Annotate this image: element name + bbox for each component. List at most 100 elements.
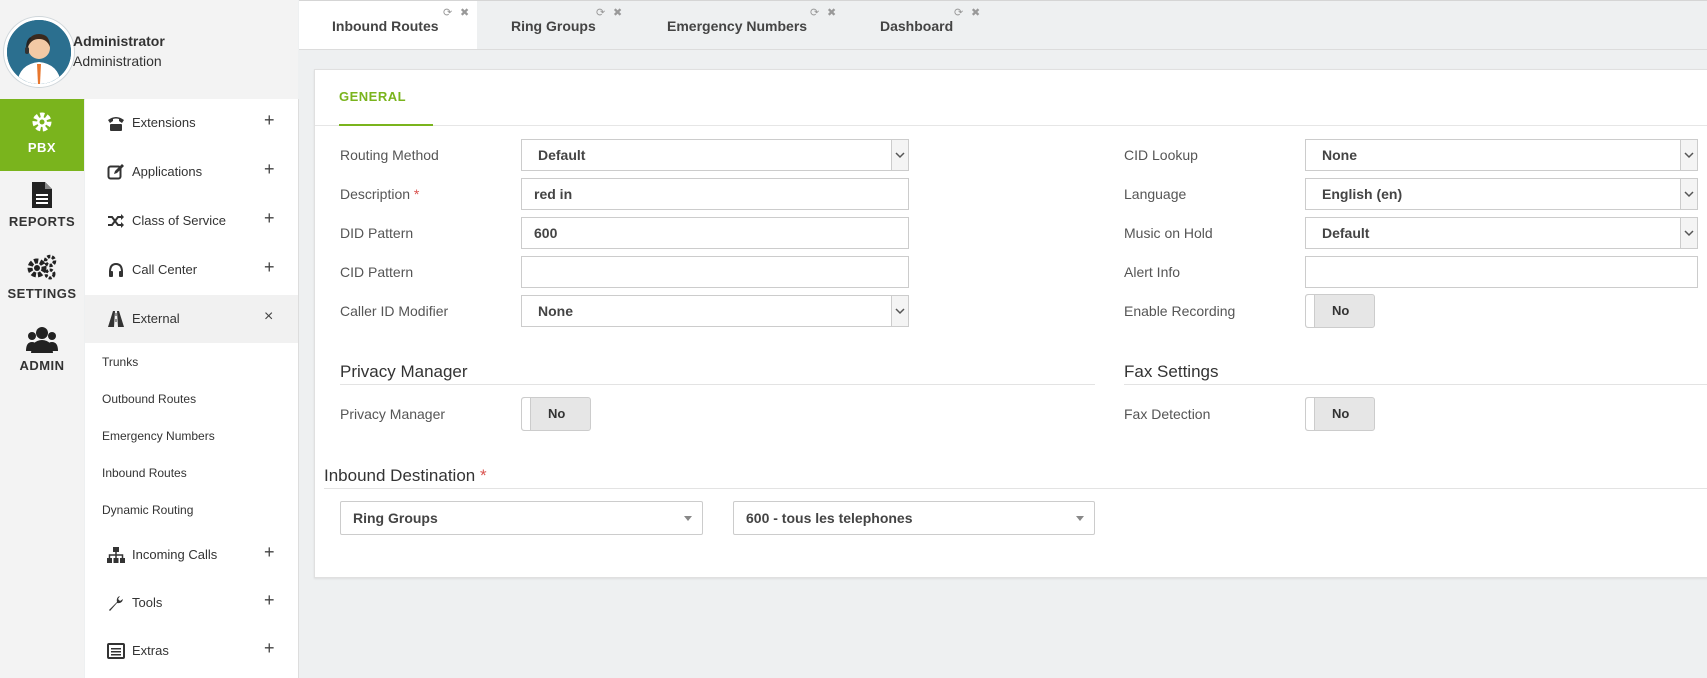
close-icon[interactable]: ✖ bbox=[827, 6, 836, 19]
privacy-section-heading: Privacy Manager bbox=[340, 362, 468, 381]
cid-lookup-select[interactable]: None bbox=[1305, 139, 1698, 171]
sitemap-icon bbox=[107, 547, 125, 563]
tab-general[interactable]: GENERAL bbox=[339, 89, 406, 104]
menu-class-of-service[interactable]: Class of Service + bbox=[85, 197, 298, 245]
close-icon[interactable]: ✖ bbox=[613, 6, 622, 19]
nav-admin[interactable]: ADMIN bbox=[0, 315, 84, 387]
menu-extras[interactable]: Extras + bbox=[85, 627, 298, 675]
tab-emergency-numbers[interactable]: Emergency Numbers ⟳ ✖ bbox=[667, 1, 847, 49]
menu-external[interactable]: External × bbox=[85, 295, 298, 343]
expand-icon[interactable]: + bbox=[264, 110, 275, 131]
inbound-destination-label: Inbound Destination bbox=[324, 466, 476, 485]
tab-label: Dashboard bbox=[880, 18, 954, 34]
did-pattern-value: 600 bbox=[534, 225, 558, 241]
caller-id-modifier-label: Caller ID Modifier bbox=[340, 303, 449, 319]
expand-icon[interactable]: + bbox=[264, 590, 275, 611]
caret-down-icon bbox=[1076, 516, 1084, 521]
refresh-icon[interactable]: ⟳ bbox=[810, 6, 819, 19]
tab-bar: Inbound Routes ⟳ ✖ Ring Groups ⟳ ✖ Emerg… bbox=[299, 0, 1707, 50]
refresh-icon[interactable]: ⟳ bbox=[443, 6, 452, 19]
nav-reports[interactable]: REPORTS bbox=[0, 171, 84, 243]
chevron-down-icon[interactable] bbox=[1680, 218, 1697, 248]
refresh-icon[interactable]: ⟳ bbox=[954, 6, 963, 19]
menu-tools-label: Tools bbox=[132, 595, 163, 610]
tab-ring-groups[interactable]: Ring Groups ⟳ ✖ bbox=[511, 1, 651, 49]
routing-method-label: Routing Method bbox=[340, 147, 439, 163]
nav-admin-label: ADMIN bbox=[19, 358, 65, 373]
expand-icon[interactable]: + bbox=[264, 542, 275, 563]
enable-recording-toggle[interactable]: No bbox=[1305, 294, 1375, 328]
submenu-outbound-routes[interactable]: Outbound Routes bbox=[102, 392, 196, 406]
caller-id-modifier-select[interactable]: None bbox=[521, 295, 909, 327]
toggle-knob bbox=[1306, 295, 1315, 327]
destination-target-select[interactable]: 600 - tous les telephones bbox=[733, 501, 1095, 535]
list-icon bbox=[107, 643, 125, 659]
submenu-emergency-numbers[interactable]: Emergency Numbers bbox=[102, 429, 215, 443]
chevron-down-icon[interactable] bbox=[1680, 140, 1697, 170]
tab-active-underline bbox=[339, 124, 433, 126]
submenu-trunks[interactable]: Trunks bbox=[102, 355, 138, 369]
description-input[interactable]: red in bbox=[521, 178, 909, 210]
required-marker: * bbox=[479, 466, 487, 485]
did-pattern-input[interactable]: 600 bbox=[521, 217, 909, 249]
pbx-menu: Extensions + Applications + Class of Ser… bbox=[85, 99, 299, 678]
destination-target-value: 600 - tous les telephones bbox=[746, 510, 913, 526]
language-select[interactable]: English (en) bbox=[1305, 178, 1698, 210]
submenu-inbound-routes[interactable]: Inbound Routes bbox=[102, 466, 187, 480]
menu-call-center[interactable]: Call Center + bbox=[85, 246, 298, 294]
menu-call-center-label: Call Center bbox=[132, 262, 198, 277]
document-icon bbox=[32, 182, 52, 208]
menu-incoming-calls-label: Incoming Calls bbox=[132, 547, 218, 562]
alert-info-input[interactable] bbox=[1305, 256, 1698, 288]
expand-icon[interactable]: + bbox=[264, 159, 275, 180]
required-marker: * bbox=[413, 186, 420, 202]
nav-settings-label: SETTINGS bbox=[7, 286, 77, 301]
close-icon[interactable]: ✖ bbox=[971, 6, 980, 19]
refresh-icon[interactable]: ⟳ bbox=[596, 6, 605, 19]
nav-settings[interactable]: SETTINGS bbox=[0, 243, 84, 315]
expand-icon[interactable]: + bbox=[264, 638, 275, 659]
user-name: Administrator bbox=[73, 33, 165, 49]
menu-applications[interactable]: Applications + bbox=[85, 148, 298, 196]
music-on-hold-select[interactable]: Default bbox=[1305, 217, 1698, 249]
tab-inbound-routes[interactable]: Inbound Routes ⟳ ✖ bbox=[299, 1, 477, 49]
menu-extensions[interactable]: Extensions + bbox=[85, 99, 298, 147]
destination-type-select[interactable]: Ring Groups bbox=[340, 501, 703, 535]
chevron-down-icon[interactable] bbox=[891, 296, 908, 326]
nav-pbx-label: PBX bbox=[27, 140, 57, 155]
expand-icon[interactable]: + bbox=[264, 208, 275, 229]
chevron-down-icon[interactable] bbox=[1680, 179, 1697, 209]
section-divider bbox=[324, 488, 1707, 489]
nav-pbx[interactable]: PBX bbox=[0, 99, 84, 171]
cid-pattern-input[interactable] bbox=[521, 256, 909, 288]
avatar[interactable] bbox=[4, 17, 74, 87]
fax-detection-toggle[interactable]: No bbox=[1305, 397, 1375, 431]
user-role: Administration bbox=[73, 53, 162, 69]
description-label-text: Description bbox=[340, 186, 411, 202]
tab-dashboard[interactable]: Dashboard ⟳ ✖ bbox=[880, 1, 1010, 49]
headset-icon bbox=[109, 262, 123, 277]
toggle-knob bbox=[1306, 398, 1315, 430]
fax-detection-label: Fax Detection bbox=[1124, 406, 1211, 422]
tab-border bbox=[315, 125, 1707, 126]
gear-icon bbox=[32, 112, 52, 132]
language-label: Language bbox=[1124, 186, 1187, 202]
routing-method-value: Default bbox=[538, 147, 586, 163]
expand-icon[interactable]: + bbox=[264, 257, 275, 278]
did-pattern-label: DID Pattern bbox=[340, 225, 414, 241]
chevron-down-icon[interactable] bbox=[891, 140, 908, 170]
privacy-manager-toggle[interactable]: No bbox=[521, 397, 591, 431]
section-divider bbox=[1124, 384, 1707, 385]
menu-tools[interactable]: Tools + bbox=[85, 579, 298, 627]
collapse-icon[interactable]: × bbox=[264, 308, 273, 326]
menu-incoming-calls[interactable]: Incoming Calls + bbox=[85, 531, 298, 579]
edit-icon bbox=[107, 164, 124, 180]
phone-icon bbox=[108, 117, 124, 131]
tab-label: Emergency Numbers bbox=[667, 18, 808, 34]
inbound-route-form: GENERAL Routing Method Default Descripti… bbox=[314, 69, 1707, 578]
submenu-dynamic-routing[interactable]: Dynamic Routing bbox=[102, 503, 193, 517]
close-icon[interactable]: ✖ bbox=[460, 6, 469, 19]
routing-method-select[interactable]: Default bbox=[521, 139, 909, 171]
caller-id-modifier-value: None bbox=[538, 303, 573, 319]
cid-lookup-value: None bbox=[1322, 147, 1357, 163]
